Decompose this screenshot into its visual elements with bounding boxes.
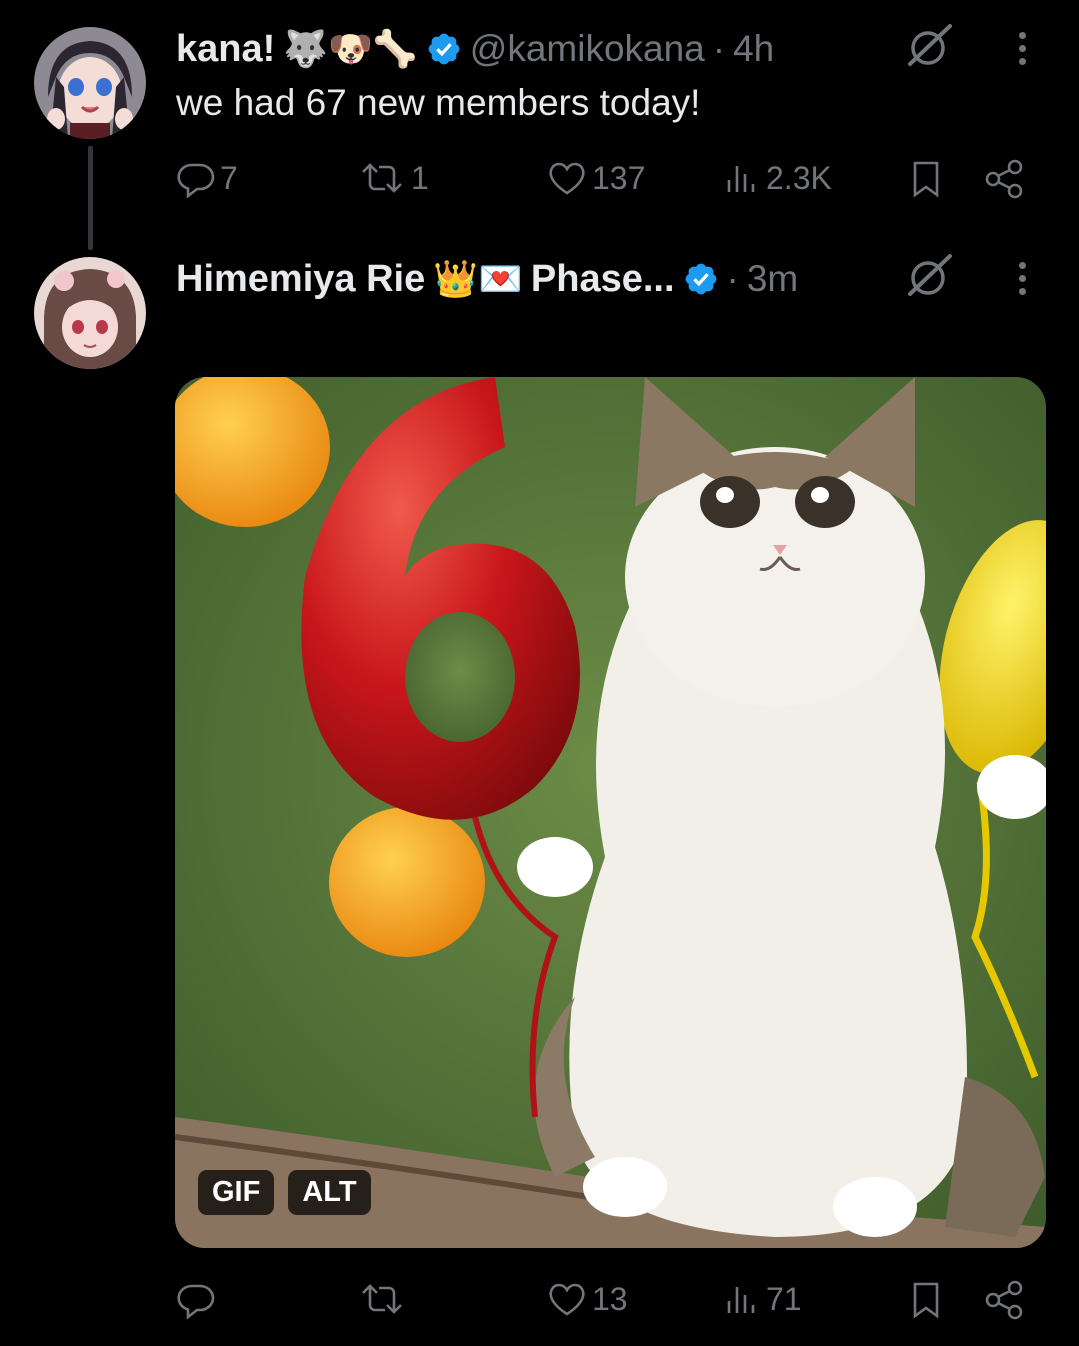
separator-dot: · [726,258,739,299]
more-options-icon[interactable] [1019,32,1026,65]
share-icon[interactable] [983,158,1027,200]
view-count: 71 [766,1280,802,1317]
balloon-digit: 6 [175,377,176,378]
like-count: 13 [592,1280,628,1317]
avatar-image [34,27,146,139]
repost-count: 1 [411,159,429,196]
alt-badge[interactable]: ALT [288,1170,371,1215]
tweet-text: we had 67 new members today! [176,82,701,123]
handle[interactable]: @kamikokana [470,28,705,70]
views-button[interactable]: 71 [722,1279,802,1319]
views-button[interactable]: 2.3K [722,158,832,198]
display-name-suffix[interactable]: Phase... [531,258,675,301]
thread-connector-line [88,146,93,250]
display-name[interactable]: kana! [176,28,275,71]
grok-icon[interactable] [904,20,956,72]
bookmark-icon[interactable] [906,1279,946,1321]
timestamp[interactable]: 4h [733,28,774,70]
repost-icon [362,163,402,193]
like-button[interactable]: 13 [546,1279,628,1319]
separator-dot: · [712,28,726,69]
name-emojis: 👑💌 [433,258,523,299]
heart-icon [549,1283,585,1316]
display-name[interactable]: Himemiya Rie [176,258,425,301]
verified-badge-icon[interactable] [683,261,719,297]
verified-badge-icon[interactable] [426,31,462,67]
reply-button[interactable] [176,1279,220,1319]
share-icon[interactable] [983,1279,1027,1321]
reply-icon [177,163,215,198]
heart-icon [549,162,585,195]
view-count: 2.3K [766,159,832,196]
views-icon [727,166,755,192]
reply-button[interactable]: 7 [176,158,238,198]
grok-icon[interactable] [904,250,956,302]
like-count: 137 [592,159,646,196]
cat-with-balloon-image: 6 [175,377,1046,1248]
avatar-kana[interactable] [34,27,146,139]
media-gif[interactable]: 6 GIF ALT [175,377,1046,1248]
reply-count: 7 [220,159,238,196]
timestamp[interactable]: 3m [747,258,798,300]
avatar-image [34,257,146,369]
more-options-icon[interactable] [1019,262,1026,295]
gif-badge: GIF [198,1170,275,1215]
bookmark-icon[interactable] [906,158,946,200]
views-icon [727,1287,755,1313]
like-button[interactable]: 137 [546,158,645,198]
repost-icon [362,1284,402,1314]
avatar-himemiya[interactable] [34,257,146,369]
reply-icon [177,1284,215,1319]
name-emojis: 🐺🐶🦴 [283,28,418,69]
repost-button[interactable] [357,1279,411,1319]
repost-button[interactable]: 1 [357,158,429,198]
